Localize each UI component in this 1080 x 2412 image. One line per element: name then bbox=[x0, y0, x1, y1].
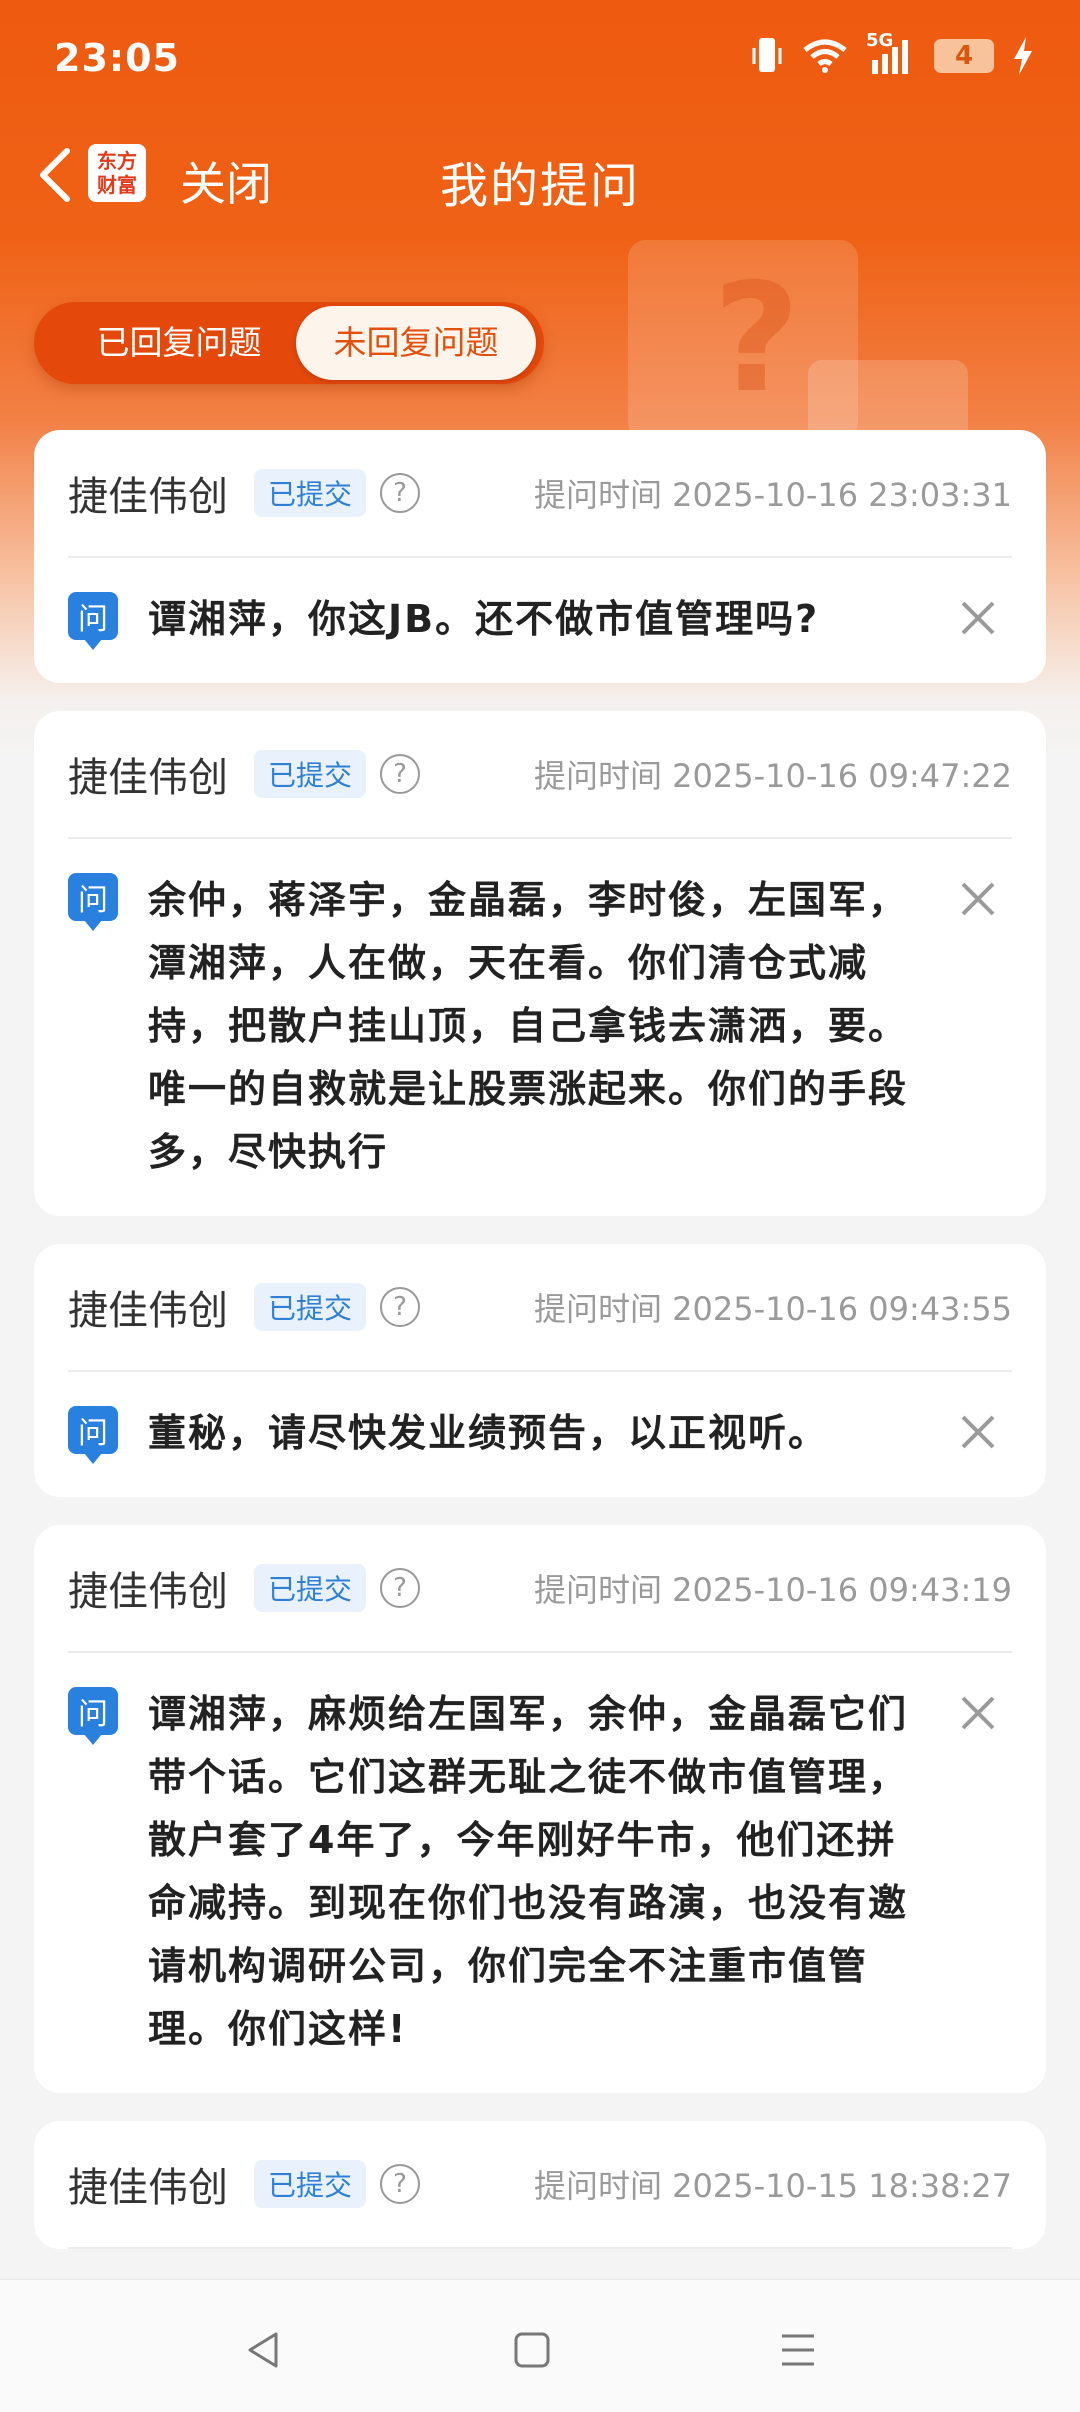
vibrate-icon bbox=[752, 38, 782, 72]
company-name: 捷佳伟创 bbox=[68, 1569, 228, 1615]
status-badge: 已提交 bbox=[254, 469, 367, 517]
company-name: 捷佳伟创 bbox=[68, 2165, 228, 2211]
question-icon: 问 bbox=[68, 1687, 118, 1745]
question-time: 提问时间 2025-10-16 09:43:19 bbox=[533, 1571, 1012, 1609]
nav-back-button[interactable] bbox=[234, 2320, 294, 2380]
svg-text:?: ? bbox=[713, 252, 800, 426]
card-body: 问 余仲，蒋泽宇，金晶磊，李时俊，左国军，潭湘萍，人在做，天在看。你们清仓式减持… bbox=[68, 839, 1012, 1216]
status-badge: 已提交 bbox=[254, 1283, 367, 1331]
tab-unanswered[interactable]: 未回复问题 bbox=[296, 306, 536, 380]
help-icon[interactable]: ? bbox=[380, 754, 421, 794]
question-time: 提问时间 2025-10-15 18:38:27 bbox=[533, 2167, 1012, 2205]
question-text: 谭湘萍，你这JB。还不做市值管理吗? bbox=[148, 597, 820, 641]
tab-answered[interactable]: 已回复问题 bbox=[44, 302, 314, 384]
status-time: 23:05 bbox=[54, 36, 180, 80]
close-icon bbox=[961, 1415, 995, 1449]
charging-icon bbox=[1014, 37, 1032, 75]
delete-button[interactable] bbox=[948, 588, 1008, 648]
question-card: 捷佳伟创 已提交 ? 提问时间 2025-10-16 09:47:22 问 余仲… bbox=[34, 711, 1046, 1216]
menu-icon bbox=[782, 2334, 814, 2366]
nav-home-button[interactable] bbox=[502, 2320, 562, 2380]
chevron-left-icon bbox=[40, 148, 70, 202]
question-card: 捷佳伟创 已提交 ? 提问时间 2025-10-16 09:43:19 问 谭湘… bbox=[34, 1525, 1046, 2093]
status-icons: 5G 4 bbox=[750, 30, 1034, 76]
question-card: 捷佳伟创 已提交 ? 提问时间 2025-10-16 23:03:31 问 谭湘… bbox=[34, 430, 1046, 683]
card-body: 问 谭湘萍，你这JB。还不做市值管理吗? bbox=[68, 558, 1012, 683]
card-header: 捷佳伟创 已提交 ? 提问时间 2025-10-16 09:43:19 bbox=[68, 1525, 1012, 1653]
back-button[interactable] bbox=[20, 140, 90, 210]
question-tabs: 已回复问题 未回复问题 bbox=[34, 302, 544, 384]
close-icon bbox=[961, 882, 995, 916]
delete-button[interactable] bbox=[948, 869, 1008, 929]
delete-button[interactable] bbox=[948, 1402, 1008, 1462]
logo-line2: 财富 bbox=[97, 173, 137, 197]
question-card: 捷佳伟创 已提交 ? 提问时间 2025-10-16 09:43:55 问 董秘… bbox=[34, 1244, 1046, 1497]
help-icon[interactable]: ? bbox=[380, 1287, 421, 1327]
card-header: 捷佳伟创 已提交 ? 提问时间 2025-10-16 23:03:31 bbox=[68, 430, 1012, 558]
status-badge: 已提交 bbox=[254, 2160, 367, 2208]
question-text: 余仲，蒋泽宇，金晶磊，李时俊，左国军，潭湘萍，人在做，天在看。你们清仓式减持，把… bbox=[148, 878, 909, 1174]
signal-icon: 5G bbox=[866, 30, 916, 76]
status-bar: 23:05 5G 4 bbox=[0, 0, 1080, 120]
screen: 23:05 5G 4 我的提问 东方 财富 关闭 ? 已回复问题 未回复问题 捷… bbox=[0, 0, 1080, 2412]
help-icon[interactable]: ? bbox=[380, 2164, 421, 2204]
card-header: 捷佳伟创 已提交 ? 提问时间 2025-10-16 09:47:22 bbox=[68, 711, 1012, 839]
status-badge: 已提交 bbox=[254, 1564, 367, 1612]
company-name: 捷佳伟创 bbox=[68, 755, 228, 801]
question-icon: 问 bbox=[68, 1406, 118, 1464]
header: 我的提问 东方 财富 关闭 bbox=[0, 130, 1080, 220]
delete-button[interactable] bbox=[948, 1683, 1008, 1743]
nav-menu-button[interactable] bbox=[768, 2320, 828, 2380]
logo-line1: 东方 bbox=[97, 149, 137, 173]
app-logo: 东方 财富 bbox=[88, 144, 146, 202]
question-time: 提问时间 2025-10-16 09:47:22 bbox=[533, 757, 1012, 795]
question-card: 捷佳伟创 已提交 ? 提问时间 2025-10-15 18:38:27 bbox=[34, 2121, 1046, 2249]
status-badge: 已提交 bbox=[254, 750, 367, 798]
question-icon: 问 bbox=[68, 873, 118, 931]
question-time: 提问时间 2025-10-16 09:43:55 bbox=[533, 1290, 1012, 1328]
page-title: 我的提问 bbox=[439, 158, 640, 214]
card-body: 问 谭湘萍，麻烦给左国军，余仲，金晶磊它们带个话。它们这群无耻之徒不做市值管理，… bbox=[68, 1653, 1012, 2093]
triangle-back-icon bbox=[248, 2332, 278, 2368]
close-link[interactable]: 关闭 bbox=[180, 148, 272, 214]
wifi-icon bbox=[803, 39, 847, 73]
question-text: 谭湘萍，麻烦给左国军，余仲，金晶磊它们带个话。它们这群无耻之徒不做市值管理，散户… bbox=[148, 1692, 909, 2051]
system-nav-bar bbox=[0, 2279, 1080, 2412]
question-list: 捷佳伟创 已提交 ? 提问时间 2025-10-16 23:03:31 问 谭湘… bbox=[34, 430, 1046, 2277]
battery-indicator: 4 bbox=[934, 39, 994, 73]
card-header: 捷佳伟创 已提交 ? 提问时间 2025-10-15 18:38:27 bbox=[68, 2121, 1012, 2249]
question-text: 董秘，请尽快发业绩预告，以正视听。 bbox=[148, 1411, 829, 1455]
question-icon: 问 bbox=[68, 592, 118, 650]
help-icon[interactable]: ? bbox=[380, 1568, 421, 1608]
question-time: 提问时间 2025-10-16 23:03:31 bbox=[533, 476, 1012, 514]
help-icon[interactable]: ? bbox=[380, 473, 421, 513]
company-name: 捷佳伟创 bbox=[68, 1288, 228, 1334]
close-icon bbox=[961, 601, 995, 635]
square-home-icon bbox=[514, 2332, 550, 2368]
company-name: 捷佳伟创 bbox=[68, 474, 228, 520]
question-mark-illustration: ? bbox=[628, 240, 968, 440]
card-body: 问 董秘，请尽快发业绩预告，以正视听。 bbox=[68, 1372, 1012, 1497]
card-header: 捷佳伟创 已提交 ? 提问时间 2025-10-16 09:43:55 bbox=[68, 1244, 1012, 1372]
close-icon bbox=[961, 1696, 995, 1730]
